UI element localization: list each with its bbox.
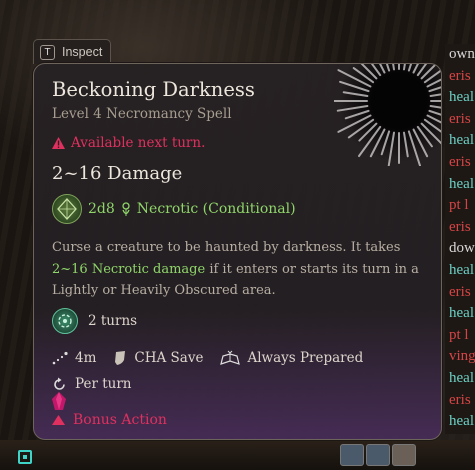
spell-icon-darkness bbox=[334, 64, 441, 166]
warning-icon bbox=[52, 137, 65, 149]
range-value: 4m bbox=[75, 350, 97, 366]
combat-log-line: eris bbox=[449, 153, 471, 170]
save-value: CHA Save bbox=[134, 350, 204, 366]
combat-log-line: ving bbox=[449, 348, 475, 365]
action-type-text: Bonus Action bbox=[73, 412, 167, 428]
spellbook-icon bbox=[220, 350, 241, 365]
damage-type: Necrotic (Conditional) bbox=[136, 201, 296, 217]
description-text: Curse a creature to be haunted by darkne… bbox=[52, 240, 401, 255]
combat-log-line: pt l bbox=[449, 326, 469, 343]
recharge-info: Per turn bbox=[52, 376, 131, 392]
combat-log-line: heal bbox=[449, 175, 474, 192]
prepared-value: Always Prepared bbox=[247, 350, 364, 366]
combat-log-line: ownea bbox=[449, 46, 475, 62]
hotbar-ability-icon[interactable] bbox=[366, 444, 390, 466]
spell-name: Beckoning Darkness bbox=[52, 78, 255, 101]
inspect-keybind: T bbox=[40, 44, 55, 60]
prepared-property: Always Prepared bbox=[220, 350, 363, 366]
spell-description: Curse a creature to be haunted by darkne… bbox=[52, 237, 422, 302]
combat-log-line: heal bbox=[449, 305, 474, 322]
damage-detail: 2d8 Necrotic (Conditional) bbox=[52, 194, 296, 224]
combat-log-line: eris bbox=[449, 218, 471, 235]
recharge-text: Per turn bbox=[75, 376, 132, 392]
hotbar-ability-icon[interactable] bbox=[340, 444, 364, 466]
combat-log-line: heal bbox=[449, 89, 474, 106]
spell-level-school: Level 4 Necromancy Spell bbox=[52, 106, 232, 122]
recharge-icon bbox=[54, 377, 65, 390]
damage-title: 2~16 Damage bbox=[52, 163, 183, 184]
bottom-hotbar bbox=[0, 440, 475, 470]
combat-log-line: heal bbox=[449, 413, 474, 430]
combat-log-line: eris bbox=[449, 391, 471, 408]
inspect-tab[interactable]: T Inspect bbox=[33, 39, 111, 64]
hotbar-slot-icon[interactable] bbox=[18, 450, 32, 464]
combat-log-line: pt l bbox=[449, 197, 469, 214]
range-icon bbox=[52, 351, 68, 365]
combat-log-line: ving bbox=[449, 433, 475, 434]
combat-log-line: eris bbox=[449, 110, 471, 127]
availability-warning: Available next turn. bbox=[52, 135, 205, 151]
save-property: CHA Save bbox=[113, 350, 203, 366]
combat-log-background: ownea eris heal eris heal eris heal pt l eris dow… bbox=[445, 44, 475, 434]
combat-log-line: eris bbox=[449, 67, 471, 84]
combat-log-line: heal bbox=[449, 132, 474, 149]
shield-icon bbox=[115, 351, 126, 365]
spell-duration: 2 turns bbox=[52, 308, 137, 334]
damage-dice: 2d8 bbox=[88, 201, 115, 217]
d8-dice-icon bbox=[52, 194, 82, 224]
action-type: Bonus Action bbox=[52, 412, 167, 428]
necrotic-icon bbox=[122, 201, 130, 216]
spell-tooltip: Beckoning Darkness Level 4 Necromancy Sp… bbox=[33, 63, 442, 440]
bonus-action-gem-icon bbox=[52, 392, 66, 410]
inspect-label: Inspect bbox=[62, 45, 103, 59]
duration-icon bbox=[52, 308, 78, 334]
range-property: 4m bbox=[52, 350, 96, 366]
combat-log-line: heal bbox=[449, 261, 474, 278]
duration-text: 2 turns bbox=[88, 313, 138, 329]
hotbar-ability-icon[interactable] bbox=[392, 444, 416, 466]
warning-text: Available next turn. bbox=[71, 135, 206, 151]
combat-log-line: eris bbox=[449, 283, 471, 300]
bonus-action-icon bbox=[52, 415, 65, 425]
spell-properties: 4m CHA Save Always Prepared bbox=[52, 350, 380, 366]
combat-log-line: dow bbox=[449, 240, 475, 257]
combat-log-line: heal bbox=[449, 369, 474, 386]
description-damage-highlight: 2~16 Necrotic damage bbox=[52, 261, 206, 277]
